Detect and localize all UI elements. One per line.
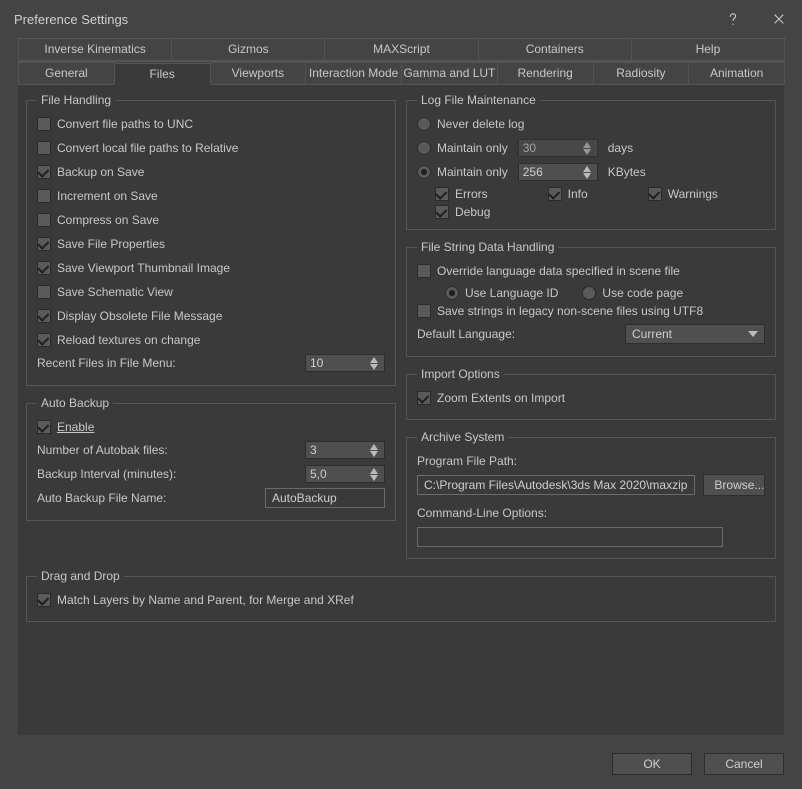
chk-convert-unc[interactable]: Convert file paths to UNC <box>37 117 193 131</box>
group-file-handling: File Handling Convert file paths to UNC … <box>26 93 396 386</box>
input-program-path[interactable] <box>417 475 695 495</box>
window-title: Preference Settings <box>14 12 128 27</box>
chk-display-obsolete[interactable]: Display Obsolete File Message <box>37 309 222 323</box>
rdo-maintain-days[interactable]: Maintain only <box>417 141 508 155</box>
label-default-language: Default Language: <box>417 327 515 341</box>
label-autobak-files: Number of Autobak files: <box>37 443 168 457</box>
tab-general[interactable]: General <box>18 62 115 84</box>
spinner-days[interactable]: 30 <box>518 139 598 157</box>
chk-debug[interactable]: Debug <box>435 205 490 219</box>
spinner-recent-files[interactable]: 10 <box>305 354 385 372</box>
group-log-maintenance: Log File Maintenance Never delete log Ma… <box>406 93 776 230</box>
group-archive-system: Archive System Program File Path: Browse… <box>406 430 776 559</box>
tabstrip-row2: General Files Viewports Interaction Mode… <box>18 61 784 85</box>
chk-warnings[interactable]: Warnings <box>648 187 718 201</box>
legend-log-maintenance: Log File Maintenance <box>417 93 540 107</box>
spinner-backup-interval[interactable]: 5,0 <box>305 465 385 483</box>
spinner-kbytes[interactable]: 256 <box>518 163 598 181</box>
label-cmdline-options: Command-Line Options: <box>417 506 547 520</box>
chevron-down-icon <box>748 331 758 337</box>
tab-gizmos[interactable]: Gizmos <box>171 38 325 60</box>
chk-info[interactable]: Info <box>548 187 588 201</box>
rdo-never-delete[interactable]: Never delete log <box>417 117 524 131</box>
tab-containers[interactable]: Containers <box>478 38 632 60</box>
legend-drag-and-drop: Drag and Drop <box>37 569 124 583</box>
label-autobackup-filename: Auto Backup File Name: <box>37 491 166 505</box>
chk-save-thumbnail[interactable]: Save Viewport Thumbnail Image <box>37 261 230 275</box>
legend-import-options: Import Options <box>417 367 504 381</box>
dialog-button-bar: OK Cancel <box>0 743 802 789</box>
label-days: days <box>608 141 633 155</box>
tab-animation[interactable]: Animation <box>688 62 785 84</box>
tab-content: File Handling Convert file paths to UNC … <box>18 85 784 735</box>
chk-match-layers[interactable]: Match Layers by Name and Parent, for Mer… <box>37 593 354 607</box>
group-string-handling: File String Data Handling Override langu… <box>406 240 776 357</box>
tab-viewports[interactable]: Viewports <box>210 62 307 84</box>
rdo-use-code-page[interactable]: Use code page <box>582 286 683 300</box>
legend-string-handling: File String Data Handling <box>417 240 558 254</box>
spinner-autobak-files[interactable]: 3 <box>305 441 385 459</box>
chk-save-schematic[interactable]: Save Schematic View <box>37 285 173 299</box>
spinner-arrows-icon[interactable] <box>583 166 593 179</box>
tab-inverse-kinematics[interactable]: Inverse Kinematics <box>18 38 172 60</box>
rdo-maintain-kbytes[interactable]: Maintain only <box>417 165 508 179</box>
tab-help[interactable]: Help <box>631 38 785 60</box>
label-kbytes: KBytes <box>608 165 646 179</box>
tab-files[interactable]: Files <box>114 63 211 85</box>
legend-auto-backup: Auto Backup <box>37 396 113 410</box>
spinner-arrows-icon[interactable] <box>370 357 380 370</box>
label-program-file-path: Program File Path: <box>417 454 517 468</box>
label-recent-files: Recent Files in File Menu: <box>37 356 176 370</box>
chk-override-language[interactable]: Override language data specified in scen… <box>417 264 680 278</box>
legend-file-handling: File Handling <box>37 93 115 107</box>
group-drag-and-drop: Drag and Drop Match Layers by Name and P… <box>26 569 776 622</box>
tab-interaction-mode[interactable]: Interaction Mode <box>305 62 402 84</box>
input-autobackup-filename[interactable] <box>265 488 385 508</box>
rdo-use-language-id[interactable]: Use Language ID <box>445 286 558 300</box>
input-cmdline-options[interactable] <box>417 527 723 547</box>
spinner-arrows-icon[interactable] <box>583 142 593 155</box>
chk-errors[interactable]: Errors <box>435 187 488 201</box>
chk-save-file-properties[interactable]: Save File Properties <box>37 237 165 251</box>
spinner-arrows-icon[interactable] <box>370 468 380 481</box>
legend-archive-system: Archive System <box>417 430 508 444</box>
spinner-arrows-icon[interactable] <box>370 444 380 457</box>
tab-gamma-and-lut[interactable]: Gamma and LUT <box>401 62 498 84</box>
preference-settings-window: Preference Settings Inverse Kinematics G… <box>0 0 802 789</box>
tab-radiosity[interactable]: Radiosity <box>593 62 690 84</box>
close-icon[interactable] <box>756 0 802 38</box>
group-auto-backup: Auto Backup Enable Number of Autobak fil… <box>26 396 396 521</box>
chk-reload-textures[interactable]: Reload textures on change <box>37 333 200 347</box>
chk-save-utf8[interactable]: Save strings in legacy non-scene files u… <box>417 304 703 318</box>
label-backup-interval: Backup Interval (minutes): <box>37 467 176 481</box>
help-icon[interactable] <box>710 0 756 38</box>
tabstrip-row1: Inverse Kinematics Gizmos MAXScript Cont… <box>18 38 784 61</box>
tab-maxscript[interactable]: MAXScript <box>324 38 478 60</box>
chk-compress-on-save[interactable]: Compress on Save <box>37 213 159 227</box>
chk-backup-on-save[interactable]: Backup on Save <box>37 165 144 179</box>
chk-enable-autobackup[interactable]: Enable <box>37 420 94 434</box>
titlebar: Preference Settings <box>0 0 802 38</box>
cancel-button[interactable]: Cancel <box>704 753 784 775</box>
browse-button[interactable]: Browse... <box>703 474 765 496</box>
select-default-language[interactable]: Current <box>625 324 765 344</box>
chk-increment-on-save[interactable]: Increment on Save <box>37 189 158 203</box>
ok-button[interactable]: OK <box>612 753 692 775</box>
chk-convert-relative[interactable]: Convert local file paths to Relative <box>37 141 238 155</box>
chk-zoom-extents[interactable]: Zoom Extents on Import <box>417 391 565 405</box>
group-import-options: Import Options Zoom Extents on Import <box>406 367 776 420</box>
tab-rendering[interactable]: Rendering <box>497 62 594 84</box>
